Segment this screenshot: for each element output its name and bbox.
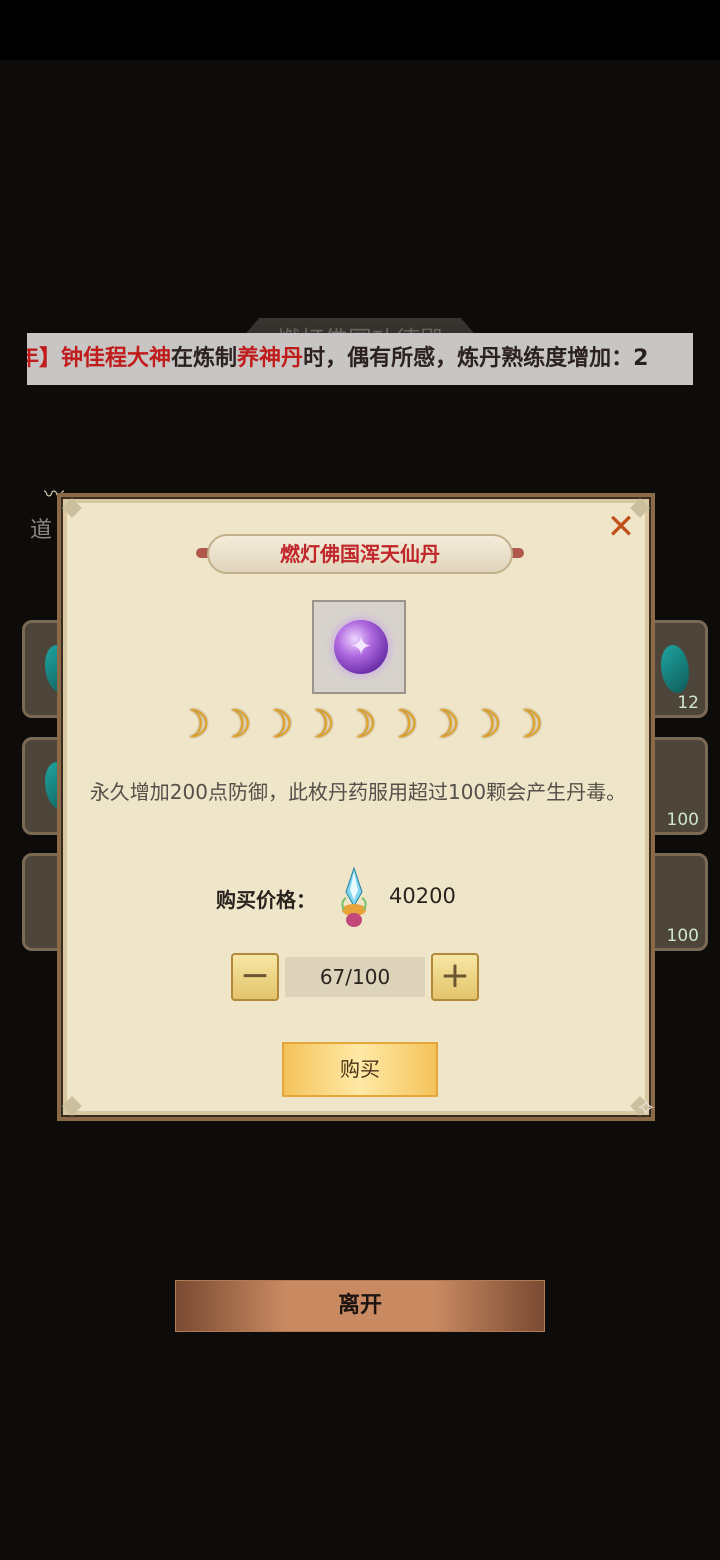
- marquee-prefix: 年】: [27, 346, 62, 371]
- marquee-player: 钟佳程大神: [61, 346, 172, 371]
- leave-button[interactable]: 离开: [175, 1280, 545, 1332]
- crescent-moon-icon: ☽: [342, 702, 377, 746]
- item-description: 永久增加200点防御，此枚丹药服用超过100颗会产生丹毒。: [89, 780, 627, 804]
- dialog-title-plaque: 燃灯佛国浑天仙丹: [207, 534, 513, 574]
- quantity-display[interactable]: 67/100: [285, 957, 425, 997]
- dialog-title: 燃灯佛国浑天仙丹: [280, 542, 440, 566]
- increase-quantity-button[interactable]: +: [431, 953, 479, 1001]
- crescent-moon-icon: ☽: [259, 702, 294, 746]
- corner-ornament: [62, 1096, 82, 1116]
- broadcast-marquee: 年】钟佳程大神在炼制养神丹时，偶有所感，炼丹熟练度增加：2: [27, 333, 693, 385]
- corner-ornament: [62, 498, 82, 518]
- slot-count: 100: [666, 926, 699, 946]
- crescent-moon-icon: ☽: [467, 702, 502, 746]
- price-value: 40200: [389, 884, 456, 908]
- price-label: 购买价格：: [216, 888, 316, 912]
- gem-icon: [661, 645, 689, 693]
- item-icon-frame: ✦: [312, 600, 406, 694]
- marquee-text-2: 时，偶有所感，炼丹熟练度增加：2: [303, 346, 649, 371]
- slot-count: 12: [677, 693, 699, 713]
- crescent-moon-icon: ☽: [301, 702, 336, 746]
- crescent-moon-icon: ☽: [217, 702, 252, 746]
- buy-button[interactable]: 购买: [282, 1042, 438, 1097]
- decrease-quantity-button[interactable]: −: [231, 953, 279, 1001]
- slot-count: 100: [666, 810, 699, 830]
- crescent-moon-icon: ☽: [176, 702, 211, 746]
- side-label: 道: [30, 518, 53, 543]
- marquee-text-1: 在炼制: [171, 346, 238, 371]
- marquee-item: 养神丹: [237, 346, 304, 371]
- crescent-moon-icon: ☽: [384, 702, 419, 746]
- purple-orb-icon: ✦: [334, 620, 388, 674]
- crescent-moon-icon: ☽: [426, 702, 461, 746]
- moon-rating: ☽ ☽ ☽ ☽ ☽ ☽ ☽ ☽ ☽: [176, 704, 546, 748]
- status-bar: [0, 0, 720, 60]
- fairy-ornament-icon: ✧: [636, 1094, 657, 1122]
- close-icon[interactable]: ✕: [604, 510, 638, 544]
- crescent-moon-icon: ☽: [509, 702, 544, 746]
- crystal-currency-icon: [341, 866, 367, 927]
- orb-swirl: ✦: [350, 632, 372, 662]
